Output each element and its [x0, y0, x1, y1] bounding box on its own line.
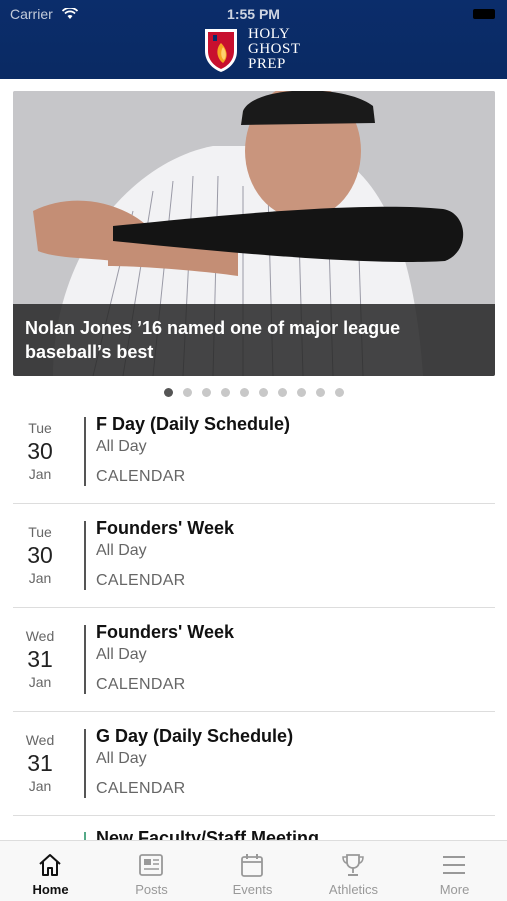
app-header: Carrier 1:55 PM HOLY GHOST PREP	[0, 0, 507, 79]
page-dot[interactable]	[258, 388, 268, 397]
event-info: F Day (Daily Schedule) All Day CALENDAR	[96, 414, 290, 486]
event-weekday: Tue	[28, 420, 52, 436]
event-divider	[84, 832, 86, 840]
event-info: Founders' Week All Day CALENDAR	[96, 622, 234, 694]
event-time: All Day	[96, 542, 147, 559]
tab-bar: Home Posts Events Athletics More	[0, 840, 507, 901]
event-day: 30	[27, 438, 53, 464]
event-time: All Day	[96, 646, 147, 663]
event-title: Founders' Week	[96, 622, 234, 642]
tab-label: More	[439, 882, 470, 897]
event-info: G Day (Daily Schedule) All Day CALENDAR	[96, 726, 293, 798]
event-weekday: Wed	[25, 732, 55, 748]
tab-events[interactable]: Events	[202, 841, 303, 901]
event-list: Tue 30 Jan F Day (Daily Schedule) All Da…	[13, 400, 495, 816]
event-date: Tue 30 Jan	[13, 420, 67, 482]
page-dot[interactable]	[315, 388, 325, 397]
event-category: CALENDAR	[96, 676, 186, 693]
event-item[interactable]: Wed 31 Jan Founders' Week All Day CALEND…	[13, 608, 495, 712]
event-divider	[84, 521, 86, 590]
event-info: Founders' Week All Day CALENDAR	[96, 518, 234, 590]
page-dot[interactable]	[182, 388, 192, 397]
event-item[interactable]: Wed 31 Jan G Day (Daily Schedule) All Da…	[13, 712, 495, 816]
event-category: CALENDAR	[96, 572, 186, 589]
event-day: 31	[27, 750, 53, 776]
school-logo: HOLY GHOST PREP	[203, 27, 313, 75]
logo-line: GHOST	[248, 41, 301, 57]
tab-label: Events	[232, 882, 273, 897]
logo-line: HOLY	[248, 26, 291, 42]
event-date: Wed 31 Jan	[13, 732, 67, 794]
event-category: CALENDAR	[96, 468, 186, 485]
tab-home[interactable]: Home	[0, 841, 101, 901]
page-dot[interactable]	[201, 388, 211, 397]
tab-label: Athletics	[328, 882, 379, 897]
event-category: CALENDAR	[96, 780, 186, 797]
event-time: All Day	[96, 438, 147, 455]
trophy-icon	[342, 854, 364, 876]
event-title: Founders' Week	[96, 518, 234, 538]
event-divider	[84, 625, 86, 694]
event-title: F Day (Daily Schedule)	[96, 414, 291, 434]
page-dot[interactable]	[220, 388, 230, 397]
event-date: Tue 30 Jan	[13, 524, 67, 586]
event-month: Jan	[28, 674, 52, 690]
page-dot[interactable]	[163, 388, 173, 397]
event-time: All Day	[96, 750, 147, 767]
story-caption: Nolan Jones ’16 named one of major leagu…	[13, 304, 495, 376]
event-divider	[84, 729, 86, 798]
event-month: Jan	[28, 466, 52, 482]
tab-label: Posts	[135, 882, 168, 897]
logo-text: HOLY GHOST PREP	[248, 27, 301, 72]
home-icon	[39, 854, 61, 876]
event-divider	[84, 417, 86, 486]
crest-icon	[205, 29, 237, 72]
page-dot[interactable]	[334, 388, 344, 397]
event-item[interactable]: Tue 30 Jan Founders' Week All Day CALEND…	[13, 504, 495, 608]
event-weekday: Wed	[25, 628, 55, 644]
posts-icon	[139, 854, 163, 876]
tab-posts[interactable]: Posts	[101, 841, 202, 901]
tab-label: Home	[32, 882, 69, 897]
carousel-pagination[interactable]	[0, 388, 507, 398]
status-bar: Carrier 1:55 PM	[0, 6, 507, 24]
calendar-icon	[241, 854, 263, 877]
event-day: 31	[27, 646, 53, 672]
event-date: Wed 31 Jan	[13, 628, 67, 690]
status-time: 1:55 PM	[227, 6, 280, 22]
logo-line: PREP	[248, 56, 286, 72]
event-month: Jan	[28, 570, 52, 586]
event-weekday: Tue	[28, 524, 52, 540]
page-dot[interactable]	[277, 388, 287, 397]
event-month: Jan	[28, 778, 52, 794]
tab-athletics[interactable]: Athletics	[303, 841, 404, 901]
menu-icon	[443, 856, 465, 874]
event-item[interactable]: Tue 30 Jan F Day (Daily Schedule) All Da…	[13, 400, 495, 504]
page-dot[interactable]	[239, 388, 249, 397]
event-title: G Day (Daily Schedule)	[96, 726, 294, 746]
page-dot[interactable]	[296, 388, 306, 397]
featured-story[interactable]: Nolan Jones ’16 named one of major leagu…	[13, 91, 495, 376]
tab-more[interactable]: More	[404, 841, 505, 901]
event-day: 30	[27, 542, 53, 568]
battery-icon	[473, 9, 495, 19]
